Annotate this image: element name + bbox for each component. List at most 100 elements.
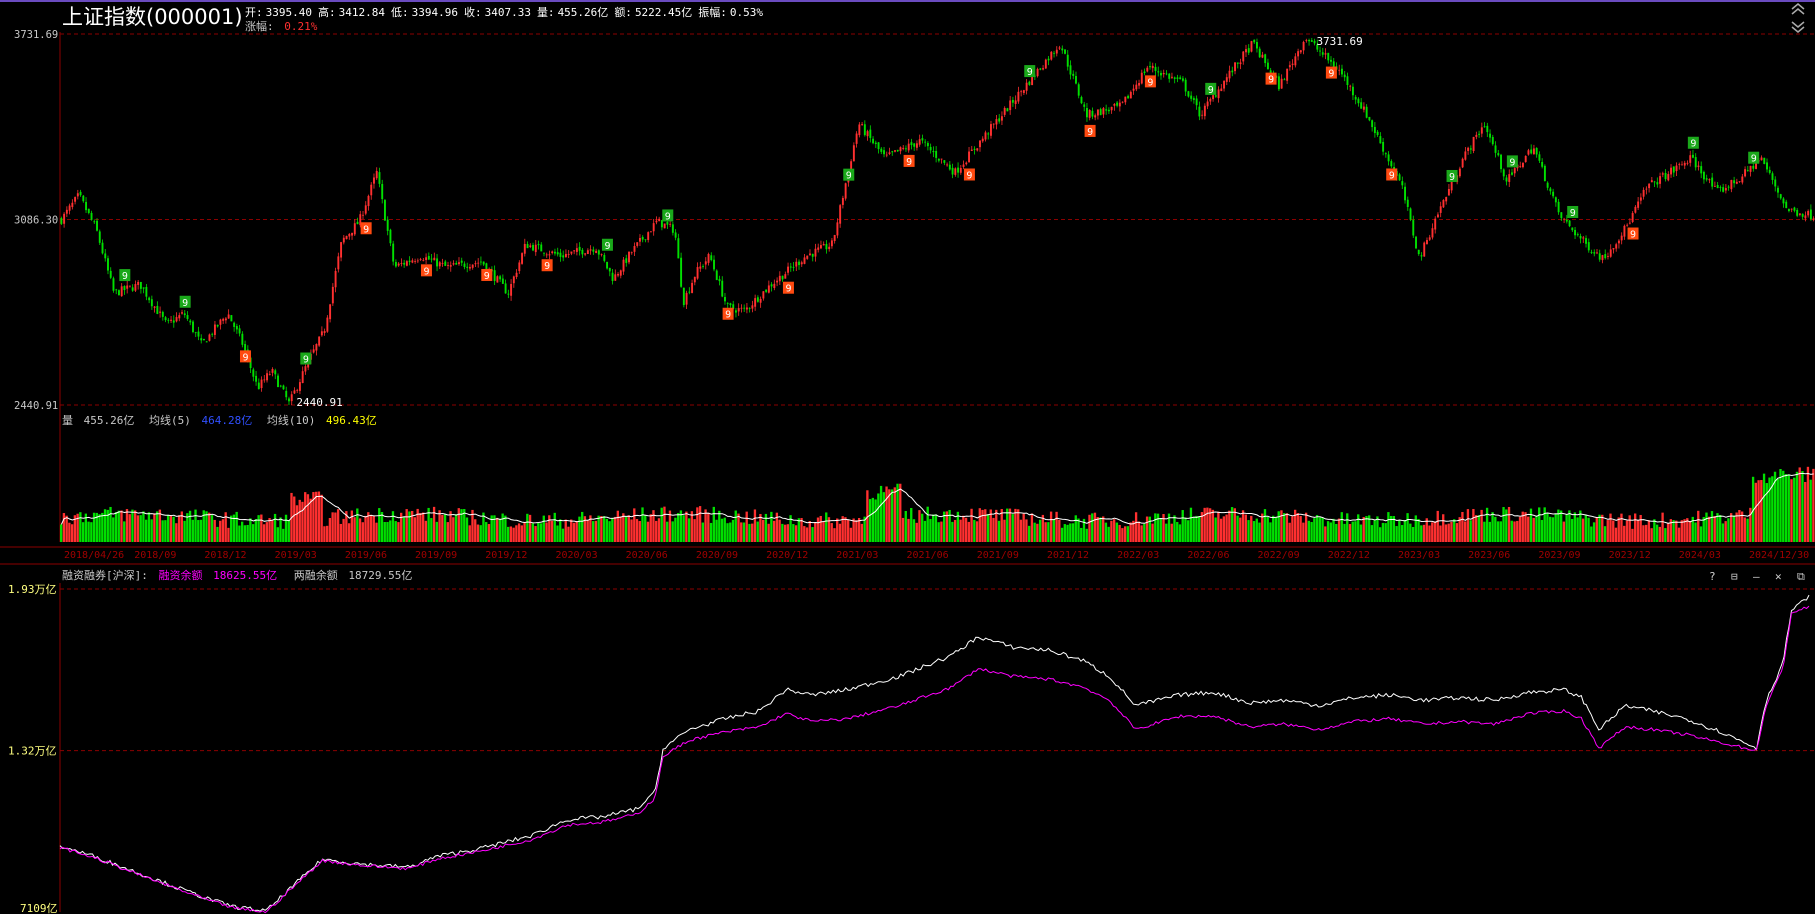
ohlc-value: 3395.40 [266,6,312,19]
candle-body [704,261,707,265]
td-marker-digit: 9 [363,224,369,235]
volume-bar [1033,522,1036,542]
candle-body [913,143,916,147]
volume-bar [1505,509,1508,542]
candle-body [1628,222,1631,224]
candle-body [1598,253,1601,260]
candle-body [776,280,779,283]
candle-body [781,275,784,280]
panel-button[interactable]: – [1753,570,1760,583]
volume-bar [1716,513,1719,542]
panel-button[interactable]: ⧉ [1797,570,1805,583]
volume-bar [608,521,611,542]
panel-button[interactable]: ⊟ [1731,570,1738,583]
volume-bar [929,519,932,542]
volume-bar [1409,523,1412,542]
candle-body [1623,225,1626,237]
candle-body [1371,120,1374,128]
volume-bar [161,520,164,542]
candle-body [1055,49,1058,54]
volume-bar [1551,517,1555,542]
candle-body [383,200,386,221]
candle-body [142,287,145,289]
candle-body [611,272,614,281]
volume-bar [857,518,861,542]
volume-bar [682,515,685,542]
candle-body [979,140,981,148]
volume-bar [986,514,990,542]
candle-body [1563,218,1566,220]
volume-bar [1461,511,1464,542]
volume-bar [70,524,74,542]
candle-body [1513,168,1516,174]
candle-body [1116,102,1119,106]
candle-body [1242,51,1245,62]
candle-body [1239,62,1242,65]
volume-bar [537,523,540,542]
candle-body [1801,213,1804,217]
volume-bar [1154,513,1157,542]
candle-body [1129,91,1132,99]
volume-bar [830,523,833,542]
volume-bar [1283,513,1286,542]
volume-bar [726,523,729,542]
volume-bar [1222,516,1226,542]
panel-button[interactable]: ✕ [1775,570,1782,583]
panel-button[interactable]: ? [1709,570,1716,583]
volume-bar [803,526,806,542]
candle-body [1157,71,1160,73]
volume-bar [624,516,628,542]
date-tick-label: 2019/03 [275,550,317,561]
volume-bar [430,518,433,542]
date-tick-label: 2022/09 [1258,550,1300,561]
candle-body [1028,81,1031,85]
stock-chart[interactable]: 上证指数(000001) 开: 3395.40 高: 3412.84 低: 3394.96… [0,0,1815,914]
candle-body [1686,162,1689,164]
chart-background [0,0,1815,914]
margin-tick-label: 7109亿 [20,902,58,914]
volume-bar [1123,526,1127,542]
volume-bar [65,515,68,542]
volume-bar [937,522,940,542]
candle-body [833,235,836,242]
candle-body [416,260,419,262]
candle-body [117,290,120,296]
volume-bar [1455,523,1459,542]
price-tick-label: 3731.69 [14,29,58,41]
candle-body [1061,48,1064,51]
candle-body [929,146,932,151]
candle-body [1486,125,1489,133]
candle-body [126,285,129,289]
volume-bar [1299,516,1302,542]
candle-body [1140,72,1143,84]
volume-bar [545,522,548,542]
td-marker-digit: 9 [906,157,912,168]
volume-bar [1562,521,1566,542]
candle-body [1017,91,1020,102]
volume-bar [515,525,518,542]
volume-bar [183,520,186,542]
candle-body [1538,154,1541,161]
candle-body [1398,174,1401,181]
candle-body [370,184,373,196]
volume-bar [995,509,998,542]
candle-body [984,132,987,140]
candle-body [268,373,271,375]
volume-bar [1738,510,1741,542]
volume-bar [1381,522,1385,542]
volume-bar [1472,508,1475,542]
volume-bar [1241,510,1245,542]
volume-bar [926,506,929,542]
volume-bar [501,513,504,542]
candle-body [1447,188,1450,196]
volume-bar [1798,467,1801,542]
candle-body [737,308,740,312]
volume-bar [230,515,233,542]
candle-body [784,274,787,279]
volume-bar [1592,522,1596,542]
candle-body [1069,65,1072,75]
candle-body [1617,240,1620,244]
candle-body [504,283,507,294]
candle-body [274,370,277,375]
volume-bar [1071,523,1075,542]
